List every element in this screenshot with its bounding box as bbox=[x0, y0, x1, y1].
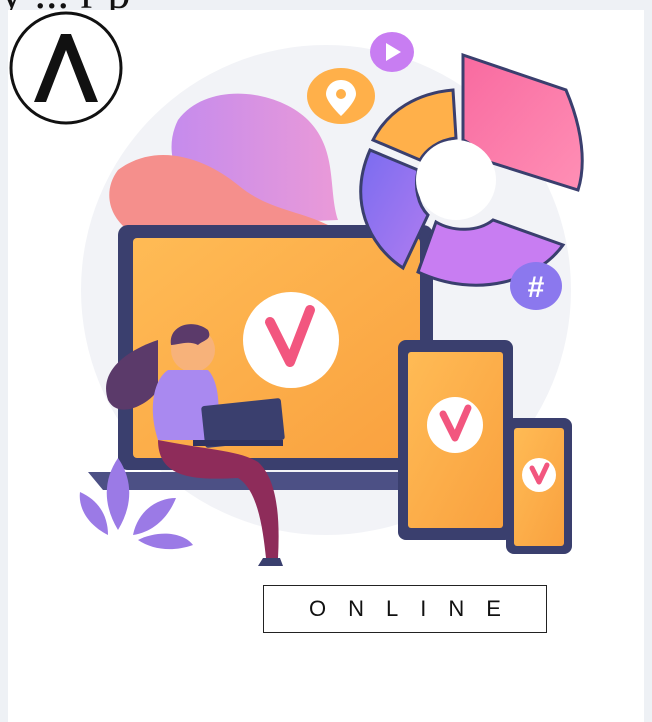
illustration-card: # ONLINE bbox=[8, 10, 644, 722]
laptop-check-circle bbox=[243, 292, 339, 388]
hashtag-icon: # bbox=[528, 271, 545, 304]
cropped-top-text: y ... r p bbox=[0, 0, 652, 10]
lambda-logo bbox=[9, 11, 123, 125]
online-label: ONLINE bbox=[263, 585, 547, 633]
